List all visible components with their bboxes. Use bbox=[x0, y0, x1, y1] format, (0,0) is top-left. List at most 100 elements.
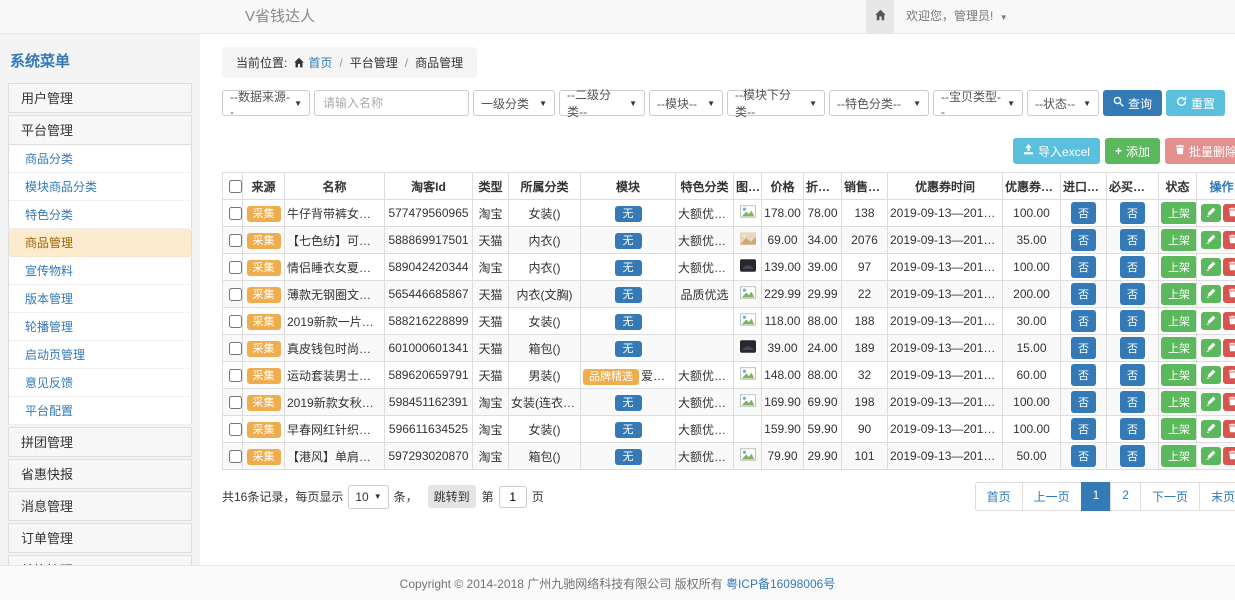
breadcrumb-home-link[interactable]: 首页 bbox=[308, 54, 332, 71]
add-button[interactable]: + 添加 bbox=[1105, 138, 1160, 164]
status-toggle[interactable]: 上架 bbox=[1161, 337, 1197, 359]
must-buy-toggle[interactable]: 否 bbox=[1120, 391, 1145, 413]
sidebar-item-carousel-mgmt[interactable]: 轮播管理 bbox=[8, 313, 192, 341]
module-none-badge[interactable]: 无 bbox=[615, 341, 642, 357]
module-none-badge[interactable]: 无 bbox=[615, 287, 642, 303]
delete-button[interactable] bbox=[1223, 231, 1235, 249]
row-checkbox[interactable] bbox=[229, 423, 242, 436]
sidebar-item-goods-category[interactable]: 商品分类 bbox=[8, 145, 192, 173]
row-checkbox[interactable] bbox=[229, 261, 242, 274]
filter-select-module[interactable]: --模块--▼ bbox=[649, 90, 723, 116]
status-toggle[interactable]: 上架 bbox=[1161, 418, 1197, 440]
must-buy-toggle[interactable]: 否 bbox=[1120, 445, 1145, 467]
module-none-badge[interactable]: 无 bbox=[615, 260, 642, 276]
sidebar-item-splash-mgmt[interactable]: 启动页管理 bbox=[8, 341, 192, 369]
must-buy-toggle[interactable]: 否 bbox=[1120, 229, 1145, 251]
module-badge[interactable]: 品牌精选 bbox=[583, 369, 639, 385]
page-button-上一页[interactable]: 上一页 bbox=[1022, 482, 1082, 511]
filter-select-status[interactable]: --状态--▼ bbox=[1027, 90, 1099, 116]
must-buy-toggle[interactable]: 否 bbox=[1120, 418, 1145, 440]
edit-button[interactable] bbox=[1201, 204, 1221, 222]
filter-select-module-sub-category[interactable]: --模块下分类--▼ bbox=[727, 90, 825, 116]
sidebar-item-user-mgmt[interactable]: 用户管理 bbox=[8, 83, 192, 113]
edit-button[interactable] bbox=[1201, 393, 1221, 411]
sidebar-item-module-goods-category[interactable]: 模块商品分类 bbox=[8, 173, 192, 201]
sidebar-item-platform-mgmt[interactable]: 平台管理 bbox=[8, 115, 192, 145]
sidebar-item-order-mgmt[interactable]: 订单管理 bbox=[8, 523, 192, 553]
must-buy-toggle[interactable]: 否 bbox=[1120, 202, 1145, 224]
module-none-badge[interactable]: 无 bbox=[615, 314, 642, 330]
delete-button[interactable] bbox=[1223, 339, 1235, 357]
must-buy-toggle[interactable]: 否 bbox=[1120, 256, 1145, 278]
import-select-toggle[interactable]: 否 bbox=[1071, 310, 1096, 332]
batch-delete-button[interactable]: 批量删除 bbox=[1165, 138, 1235, 164]
import-select-toggle[interactable]: 否 bbox=[1071, 364, 1096, 386]
module-none-badge[interactable]: 无 bbox=[615, 206, 642, 222]
sidebar-item-exchange-mgmt[interactable]: 兑换管理 bbox=[8, 555, 192, 565]
row-checkbox[interactable] bbox=[229, 396, 242, 409]
delete-button[interactable] bbox=[1223, 312, 1235, 330]
import-select-toggle[interactable]: 否 bbox=[1071, 229, 1096, 251]
filter-input-name[interactable] bbox=[314, 90, 469, 116]
filter-select-data-source[interactable]: --数据来源--▼ bbox=[222, 90, 310, 116]
import-select-toggle[interactable]: 否 bbox=[1071, 418, 1096, 440]
sidebar-item-platform-config[interactable]: 平台配置 bbox=[8, 397, 192, 425]
per-page-select[interactable]: 10 ▼ bbox=[348, 485, 388, 509]
delete-button[interactable] bbox=[1223, 258, 1235, 276]
status-toggle[interactable]: 上架 bbox=[1161, 256, 1197, 278]
delete-button[interactable] bbox=[1223, 447, 1235, 465]
page-button-下一页[interactable]: 下一页 bbox=[1140, 482, 1200, 511]
select-all-checkbox[interactable] bbox=[229, 180, 242, 193]
edit-button[interactable] bbox=[1201, 339, 1221, 357]
sidebar-item-saving-news[interactable]: 省惠快报 bbox=[8, 459, 192, 489]
module-none-badge[interactable]: 无 bbox=[615, 395, 642, 411]
must-buy-toggle[interactable]: 否 bbox=[1120, 310, 1145, 332]
page-button-2[interactable]: 2 bbox=[1110, 482, 1141, 511]
module-none-badge[interactable]: 无 bbox=[615, 449, 642, 465]
delete-button[interactable] bbox=[1223, 420, 1235, 438]
edit-button[interactable] bbox=[1201, 231, 1221, 249]
page-button-1[interactable]: 1 bbox=[1081, 482, 1112, 511]
sidebar-item-version-mgmt[interactable]: 版本管理 bbox=[8, 285, 192, 313]
import-select-toggle[interactable]: 否 bbox=[1071, 337, 1096, 359]
import-select-toggle[interactable]: 否 bbox=[1071, 283, 1096, 305]
sidebar-item-promo-material[interactable]: 宣传物料 bbox=[8, 257, 192, 285]
import-select-toggle[interactable]: 否 bbox=[1071, 445, 1096, 467]
icp-link[interactable]: 粤ICP备16098006号 bbox=[726, 575, 835, 592]
jump-page-input[interactable] bbox=[499, 486, 527, 508]
jump-to-button[interactable]: 跳转到 bbox=[428, 485, 476, 508]
page-button-末页[interactable]: 末页 bbox=[1199, 482, 1235, 511]
import-excel-button[interactable]: 导入excel bbox=[1013, 138, 1100, 164]
import-select-toggle[interactable]: 否 bbox=[1071, 256, 1096, 278]
edit-button[interactable] bbox=[1201, 285, 1221, 303]
sidebar-item-goods-mgmt[interactable]: 商品管理 bbox=[8, 229, 192, 257]
module-none-badge[interactable]: 无 bbox=[615, 422, 642, 438]
search-button[interactable]: 查询 bbox=[1103, 90, 1162, 116]
row-checkbox[interactable] bbox=[229, 369, 242, 382]
row-checkbox[interactable] bbox=[229, 342, 242, 355]
filter-select-item-type[interactable]: --宝贝类型--▼ bbox=[933, 90, 1023, 116]
row-checkbox[interactable] bbox=[229, 207, 242, 220]
sidebar-item-feedback[interactable]: 意见反馈 bbox=[8, 369, 192, 397]
edit-button[interactable] bbox=[1201, 366, 1221, 384]
row-checkbox[interactable] bbox=[229, 315, 242, 328]
edit-button[interactable] bbox=[1201, 447, 1221, 465]
status-toggle[interactable]: 上架 bbox=[1161, 283, 1197, 305]
filter-select-level1-category[interactable]: 一级分类▼ bbox=[473, 90, 555, 116]
filter-select-level2-category[interactable]: --二级分类--▼ bbox=[559, 90, 645, 116]
must-buy-toggle[interactable]: 否 bbox=[1120, 337, 1145, 359]
row-checkbox[interactable] bbox=[229, 450, 242, 463]
sidebar-item-feature-category[interactable]: 特色分类 bbox=[8, 201, 192, 229]
edit-button[interactable] bbox=[1201, 420, 1221, 438]
sidebar-item-group-buy-mgmt[interactable]: 拼团管理 bbox=[8, 427, 192, 457]
status-toggle[interactable]: 上架 bbox=[1161, 229, 1197, 251]
page-button-首页[interactable]: 首页 bbox=[975, 482, 1023, 511]
delete-button[interactable] bbox=[1223, 204, 1235, 222]
filter-select-feature-category[interactable]: --特色分类--▼ bbox=[829, 90, 929, 116]
delete-button[interactable] bbox=[1223, 366, 1235, 384]
edit-button[interactable] bbox=[1201, 258, 1221, 276]
import-select-toggle[interactable]: 否 bbox=[1071, 202, 1096, 224]
status-toggle[interactable]: 上架 bbox=[1161, 391, 1197, 413]
sidebar-item-message-mgmt[interactable]: 消息管理 bbox=[8, 491, 192, 521]
delete-button[interactable] bbox=[1223, 285, 1235, 303]
